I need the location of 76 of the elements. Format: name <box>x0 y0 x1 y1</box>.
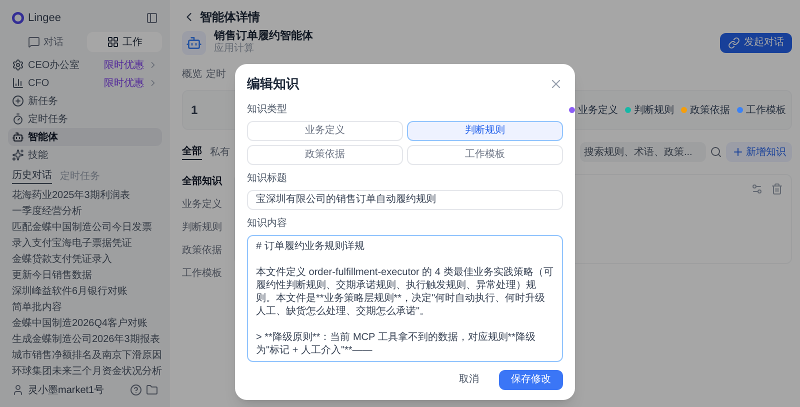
type-option[interactable]: 判断规则 <box>407 120 563 140</box>
grid-icon <box>106 36 118 48</box>
plus-icon <box>732 146 744 158</box>
folder-icon[interactable] <box>146 384 158 396</box>
user-icon <box>12 384 24 396</box>
history-item[interactable]: 城市销售净额排名及南京下滑原因 <box>8 348 162 364</box>
chat-icon <box>28 36 40 48</box>
history-item[interactable]: 金蝶贷款支付凭证录入 <box>8 252 162 268</box>
logo-text: Lingee <box>28 10 62 26</box>
type-option[interactable]: 业务定义 <box>247 120 403 140</box>
search-icon <box>710 146 722 158</box>
content-textarea[interactable]: # 订单履约业务规则详规 本文件定义 order-fulfillment-executor 的 4 类最佳业务实践策略（可履约性判断规则、交期承诺规则、执行触发规则、异常处理）规则。本文件是**业务策略层规则**，决定"何时自动执行、何时升级人工、缺货怎么处理、交期怎么承诺"。 > **降级原则**：当前 MCP 工具拿不到的数据，对应规则**降级为"标记 + 人工介入"**—— <box>247 234 563 362</box>
nav-item[interactable]: 技能 <box>8 146 162 164</box>
trash-icon[interactable] <box>771 183 783 195</box>
content-label: 知识内容 <box>247 216 288 230</box>
history-item[interactable]: 环球集团未来三个月资金状况分析 <box>8 364 162 380</box>
history-item[interactable]: 简单批内容 <box>8 300 162 316</box>
add-knowledge-button[interactable]: 新增知识 <box>726 142 792 162</box>
scope-tab[interactable]: 私有 <box>210 144 230 160</box>
agent-avatar <box>182 30 206 54</box>
history-item[interactable]: 更新今日销售数据 <box>8 268 162 284</box>
history-item[interactable]: 匹配金蝶中国制造公司今日发票 <box>8 220 162 236</box>
category-item[interactable]: 全部知识 <box>182 174 226 189</box>
page-title: 智能体详情 <box>200 9 260 26</box>
legend-label: 业务定义 <box>577 102 619 118</box>
settings-icon[interactable] <box>751 183 763 195</box>
nav-icon <box>12 131 24 143</box>
title-label: 知识标题 <box>247 172 288 186</box>
start-chat-button[interactable]: 发起对话 <box>720 32 792 52</box>
link-icon <box>728 36 740 48</box>
mode-tab[interactable]: 对话 <box>8 32 83 52</box>
type-option[interactable]: 政策依据 <box>247 144 403 164</box>
history-item[interactable]: 生成金蝶制造公司2026年3期报表 <box>8 332 162 348</box>
dialog-title: 编辑知识 <box>247 75 299 93</box>
nav-icon <box>12 77 24 89</box>
help-icon[interactable] <box>130 384 142 396</box>
history-item[interactable]: 录入支付宝海电子票据凭证 <box>8 236 162 252</box>
mode-tab[interactable]: 工作 <box>87 32 162 52</box>
title-input[interactable]: 宝深圳有限公司的销售订单自动履约规则 <box>247 190 563 210</box>
type-label: 知识类型 <box>247 102 288 116</box>
user-name[interactable]: 灵小墨market1号 <box>28 382 104 398</box>
cancel-button[interactable]: 取消 <box>451 370 487 390</box>
nav-icon <box>12 149 24 161</box>
history-item[interactable]: 一季度经营分析 <box>8 204 162 220</box>
search-field[interactable]: 搜索规则、术语、政策... <box>580 142 706 162</box>
legend-label: 政策依据 <box>689 102 731 118</box>
nav-item[interactable]: CEO办公室 限时优惠 <box>8 56 162 74</box>
scope-tab[interactable]: 全部 <box>182 144 202 160</box>
legend-label: 工作模板 <box>745 102 787 118</box>
category-item[interactable]: 工作模板 <box>182 266 226 281</box>
detail-tab[interactable]: 定时 <box>206 67 226 82</box>
nav-item[interactable]: CFO 限时优惠 <box>8 74 162 92</box>
nav-icon <box>12 59 24 71</box>
agent-subtitle: 应用计算 <box>214 43 255 55</box>
category-item[interactable]: 业务定义 <box>182 197 226 212</box>
legend-label: 判断规则 <box>633 102 675 118</box>
history-tab[interactable]: 历史对话 <box>12 168 52 184</box>
logo-icon <box>12 12 24 24</box>
category-item[interactable]: 判断规则 <box>182 220 226 235</box>
nav-item[interactable]: 智能体 <box>8 128 162 146</box>
save-button[interactable]: 保存修改 <box>499 370 563 390</box>
history-item[interactable]: 深圳峰益软件6月银行对账 <box>8 284 162 300</box>
sidebar-toggle-icon[interactable] <box>146 12 158 24</box>
type-option[interactable]: 工作模板 <box>407 144 563 164</box>
history-item[interactable]: 花海药业2025年3期利润表 <box>8 188 162 204</box>
stat-value: 1 <box>191 102 198 119</box>
agent-name: 销售订单履约智能体 <box>214 30 313 42</box>
nav-icon <box>12 95 24 107</box>
category-item[interactable]: 政策依据 <box>182 243 226 258</box>
promo-label: 限时优惠 <box>104 58 144 72</box>
history-item[interactable]: 金蝶中国制造2026Q4客户对账 <box>8 316 162 332</box>
nav-item[interactable]: 定时任务 <box>8 110 162 128</box>
detail-tab[interactable]: 概览 <box>182 67 202 82</box>
nav-item[interactable]: 新任务 <box>8 92 162 110</box>
promo-label: 限时优惠 <box>104 76 144 90</box>
nav-icon <box>12 113 24 125</box>
